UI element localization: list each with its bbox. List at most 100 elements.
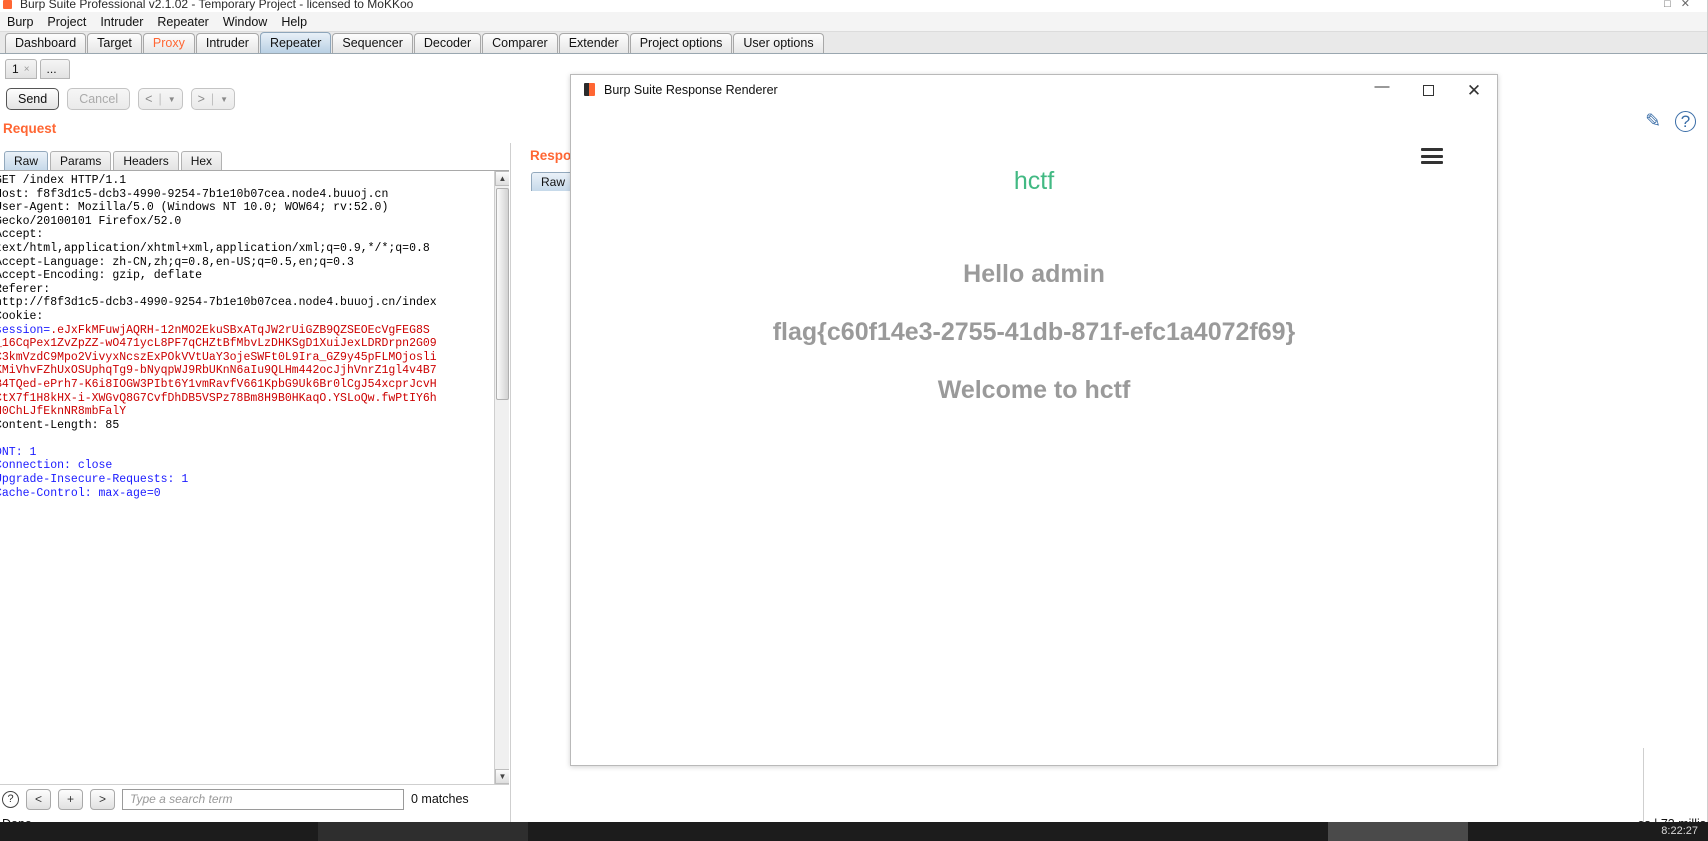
burp-icon xyxy=(3,0,12,9)
request-line xyxy=(0,432,489,446)
request-raw-text[interactable]: GET /index HTTP/1.1 Host: f8f3d1c5-dcb3-4… xyxy=(0,174,489,500)
minimize-button[interactable]: — xyxy=(1359,75,1405,105)
search-add-button[interactable]: + xyxy=(58,788,83,810)
request-tab-hex[interactable]: Hex xyxy=(180,151,223,170)
menu-item-burp[interactable]: Burp xyxy=(7,15,33,29)
request-line: B4TQed-ePrh7-K6i8IOGW3PIbt6Y1vmRavfV661K… xyxy=(0,377,437,391)
response-tab-raw[interactable]: Raw xyxy=(531,172,576,191)
request-line: KMiVhvFZhUxOSUphqTg9-bNyqpWJ9RbUKnN6aIu9… xyxy=(0,364,437,378)
request-line: DNT: 1 xyxy=(0,445,37,459)
chevron-down-icon[interactable]: ▼ xyxy=(220,95,228,104)
tab-sequencer[interactable]: Sequencer xyxy=(332,33,413,53)
request-search-bar: ? < + > Type a search term 0 matches xyxy=(0,785,509,813)
site-brand: hctf xyxy=(1013,167,1055,195)
request-panel: Request Raw Params Headers Hex GET /inde… xyxy=(0,121,509,841)
window-controls[interactable]: □✕ xyxy=(1664,0,1700,10)
forward-button[interactable]: > | ▼ xyxy=(190,88,236,110)
maximize-button[interactable] xyxy=(1405,75,1451,105)
renderer-title-bar[interactable]: Burp Suite Response Renderer — ✕ xyxy=(571,75,1497,105)
request-panel-title: Request xyxy=(3,121,57,136)
request-line: _16CqPex1ZvZpZZ-wO471ycL8PF7qCHZtBfMbvLz… xyxy=(0,337,437,351)
search-matches-label: 0 matches xyxy=(411,792,469,806)
question-icon[interactable]: ? xyxy=(1675,111,1696,132)
hamburger-icon[interactable] xyxy=(1421,148,1443,164)
menu-item-help[interactable]: Help xyxy=(281,15,307,29)
panel-divider[interactable] xyxy=(510,143,511,841)
maximize-icon xyxy=(1422,84,1434,96)
tab-dashboard[interactable]: Dashboard xyxy=(5,33,87,53)
menu-item-window[interactable]: Window xyxy=(223,15,267,29)
menu-item-intruder[interactable]: Intruder xyxy=(100,15,143,29)
response-view-tabs: Raw xyxy=(531,169,576,191)
hamburger-line xyxy=(1421,154,1443,158)
close-icon[interactable]: × xyxy=(24,60,30,79)
request-line: Referer: xyxy=(0,282,51,296)
scroll-up-icon[interactable]: ▲ xyxy=(495,171,509,186)
close-button[interactable]: ✕ xyxy=(1451,75,1497,105)
pencil-icon[interactable]: ✎ xyxy=(1645,110,1661,133)
tab-comparer[interactable]: Comparer xyxy=(482,33,558,53)
search-input[interactable]: Type a search term xyxy=(122,788,404,810)
repeater-tab-new[interactable]: ... xyxy=(39,59,70,79)
taskbar: 8:22:27 xyxy=(0,822,1708,841)
hamburger-line xyxy=(1421,161,1443,164)
repeater-tab-1[interactable]: 1 × xyxy=(5,59,37,79)
window-title: Burp Suite Professional v2.1.02 - Tempor… xyxy=(20,0,414,11)
tab-extender[interactable]: Extender xyxy=(558,33,629,53)
search-prev-button[interactable]: < xyxy=(26,788,51,810)
send-button[interactable]: Send xyxy=(6,88,60,110)
taskbar-item[interactable] xyxy=(1328,822,1468,841)
request-view-tabs: Raw Params Headers Hex xyxy=(0,148,509,170)
request-line: Gecko/20100101 Firefox/52.0 xyxy=(0,214,182,228)
request-tab-params[interactable]: Params xyxy=(50,151,112,170)
taskbar-item[interactable] xyxy=(318,822,528,841)
request-line: Cookie: xyxy=(0,309,44,323)
request-line: text/html,application/xhtml+xml,applicat… xyxy=(0,241,430,255)
repeater-tab-1-label: 1 xyxy=(12,61,19,76)
tab-project-options[interactable]: Project options xyxy=(629,33,733,53)
request-line: Accept-Encoding: gzip, deflate xyxy=(0,269,203,283)
request-line: H0ChLJfEknNR8mbFalY xyxy=(0,405,127,419)
greeting-text: Hello admin xyxy=(963,260,1105,288)
close-icon: ✕ xyxy=(1466,80,1482,100)
request-scrollbar[interactable]: ▲ ▼ xyxy=(494,171,509,784)
tab-intruder[interactable]: Intruder xyxy=(195,33,259,53)
request-tab-raw[interactable]: Raw xyxy=(4,151,49,170)
request-line: Connection: close xyxy=(0,459,113,473)
back-button[interactable]: < | ▼ xyxy=(138,88,183,110)
request-line: http://f8f3d1c5-dcb3-4990-9254-7b1e10b07… xyxy=(0,296,437,310)
menu-item-repeater[interactable]: Repeater xyxy=(157,15,208,29)
scrollbar-thumb[interactable] xyxy=(496,188,509,400)
tab-user-options[interactable]: User options xyxy=(733,33,824,53)
cancel-button[interactable]: Cancel xyxy=(67,88,131,110)
tab-proxy[interactable]: Proxy xyxy=(142,33,195,53)
divider: | xyxy=(158,92,162,106)
scroll-down-icon[interactable]: ▼ xyxy=(495,769,509,784)
menu-bar: Burp Project Intruder Repeater Window He… xyxy=(0,12,1708,32)
response-renderer-window: Burp Suite Response Renderer — ✕ hctf He… xyxy=(570,74,1498,766)
title-bar: Burp Suite Professional v2.1.02 - Tempor… xyxy=(0,0,1708,12)
taskbar-clock: 8:22:27 xyxy=(1661,825,1698,837)
request-tab-headers[interactable]: Headers xyxy=(113,151,179,170)
main-tab-strip: Dashboard Target Proxy Intruder Repeater… xyxy=(0,32,1708,54)
burp-icon xyxy=(584,83,595,96)
request-line: session=.eJxFkMFuwjAQRH-12nMO2EkuSBxATqJ… xyxy=(0,323,430,337)
tab-decoder[interactable]: Decoder xyxy=(413,33,482,53)
renderer-content: hctf Hello admin flag{c60f14e3-2755-41db… xyxy=(571,105,1497,765)
menu-item-project[interactable]: Project xyxy=(47,15,86,29)
renderer-title: Burp Suite Response Renderer xyxy=(604,82,778,97)
request-line: Cache-Control: max-age=0 xyxy=(0,486,161,500)
request-line: C3kmVzdC9Mpo2VivyxNcszExPOkVVtUaY3ojeSWF… xyxy=(0,350,437,364)
request-editor[interactable]: GET /index HTTP/1.1 Host: f8f3d1c5-dcb3-4… xyxy=(0,170,509,785)
welcome-text: Welcome to hctf xyxy=(937,376,1131,404)
request-line: Host: f8f3d1c5-dcb3-4990-9254-7b1e10b07c… xyxy=(0,187,389,201)
back-arrow-icon: < xyxy=(145,92,153,106)
divider: | xyxy=(210,92,215,106)
request-line: Accept-Language: zh-CN,zh;q=0.8,en-US;q=… xyxy=(0,255,354,269)
help-icon[interactable]: ? xyxy=(2,790,19,808)
tab-target[interactable]: Target xyxy=(87,33,142,53)
chevron-down-icon[interactable]: ▼ xyxy=(168,95,176,104)
forward-arrow-icon: > xyxy=(197,92,205,106)
search-next-button[interactable]: > xyxy=(90,788,115,810)
tab-repeater[interactable]: Repeater xyxy=(259,32,332,53)
